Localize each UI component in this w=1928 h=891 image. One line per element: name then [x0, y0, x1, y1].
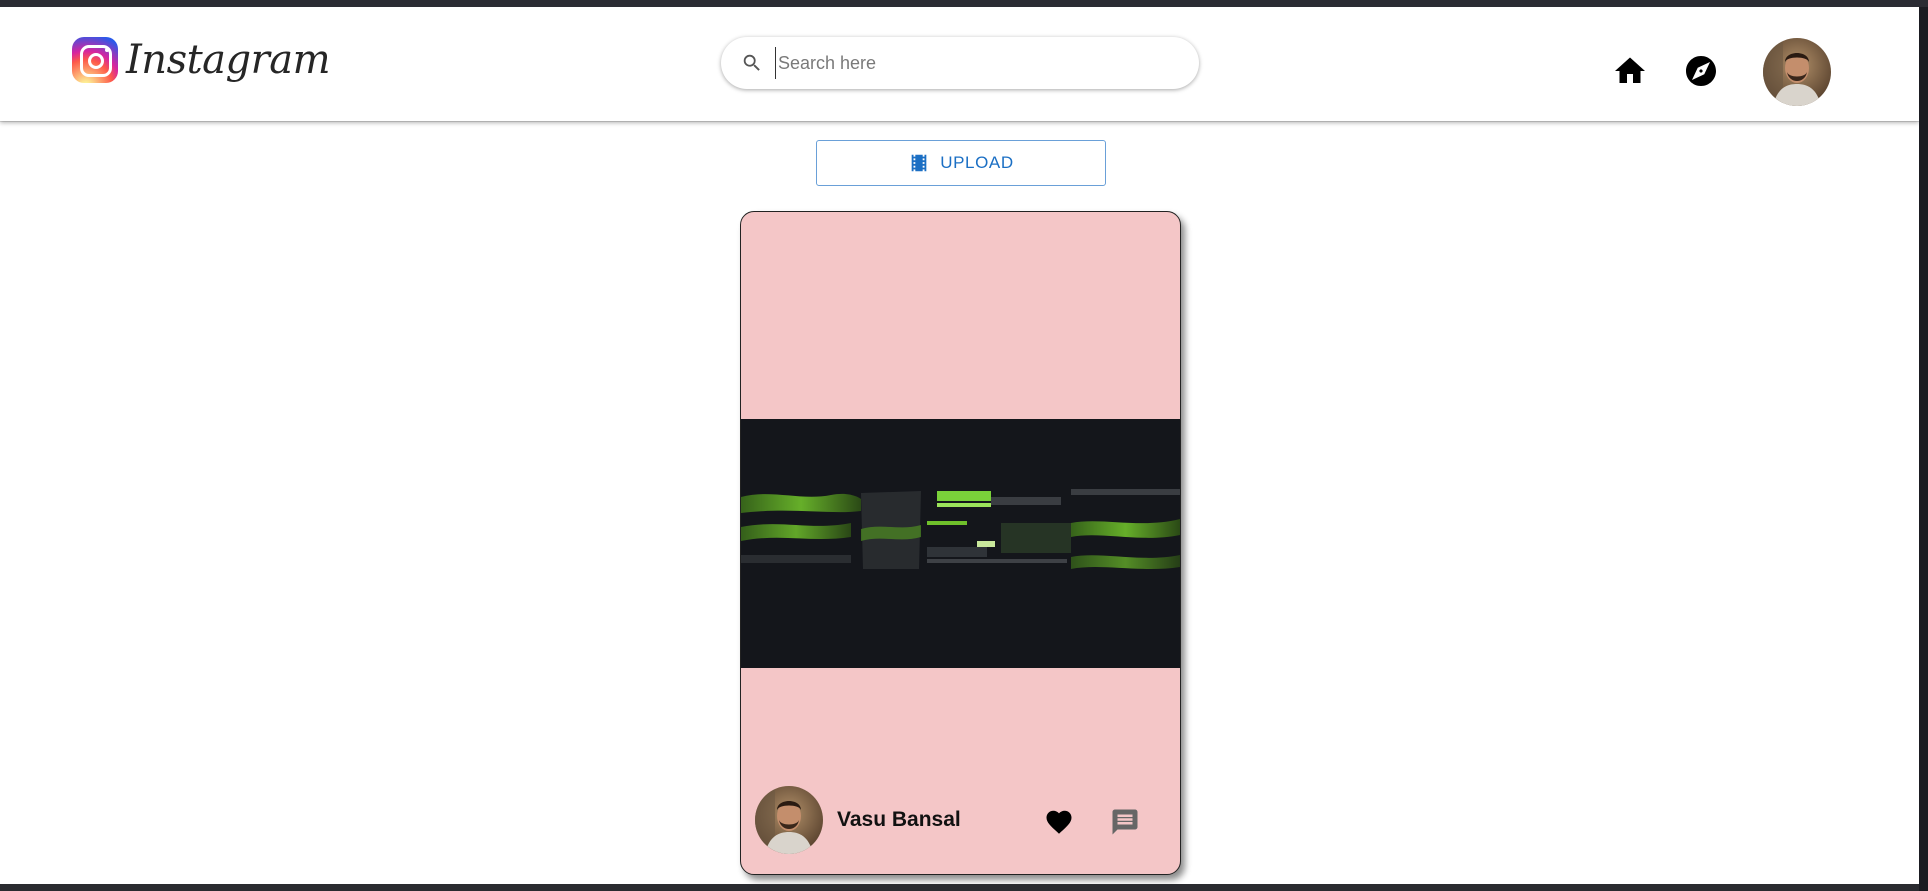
post-footer: Vasu Bansal [741, 786, 1180, 856]
bottom-edge [0, 884, 1919, 891]
profile-avatar[interactable] [1763, 38, 1831, 106]
scrollbar-track[interactable] [1919, 7, 1928, 891]
comment-icon[interactable] [1110, 807, 1140, 837]
post-author-avatar[interactable] [755, 786, 823, 854]
author-avatar-image [755, 786, 823, 854]
search-icon [743, 54, 760, 71]
window-top-edge [0, 0, 1928, 7]
instagram-logo[interactable]: Instagram [72, 37, 331, 83]
post-username[interactable]: Vasu Bansal [837, 808, 961, 832]
film-icon [911, 154, 927, 172]
avatar-image [1763, 38, 1831, 106]
search-bar[interactable] [721, 37, 1199, 89]
search-input[interactable] [775, 47, 1180, 79]
compass-icon[interactable] [1683, 53, 1719, 89]
app-viewport: Instagram Search here UPLOAD Vasu Bansal [0, 7, 1919, 884]
heart-icon[interactable] [1044, 807, 1074, 837]
home-icon[interactable] [1612, 53, 1648, 89]
app-header: Instagram [0, 7, 1919, 121]
upload-button-label: UPLOAD [940, 153, 1014, 172]
instagram-logo-icon [72, 37, 118, 83]
post-image-graphic [741, 419, 1180, 668]
post-card: Vasu Bansal [740, 211, 1181, 875]
upload-button[interactable]: UPLOAD [816, 140, 1106, 186]
post-image[interactable] [741, 419, 1180, 668]
logo-wordmark: Instagram [126, 37, 331, 83]
